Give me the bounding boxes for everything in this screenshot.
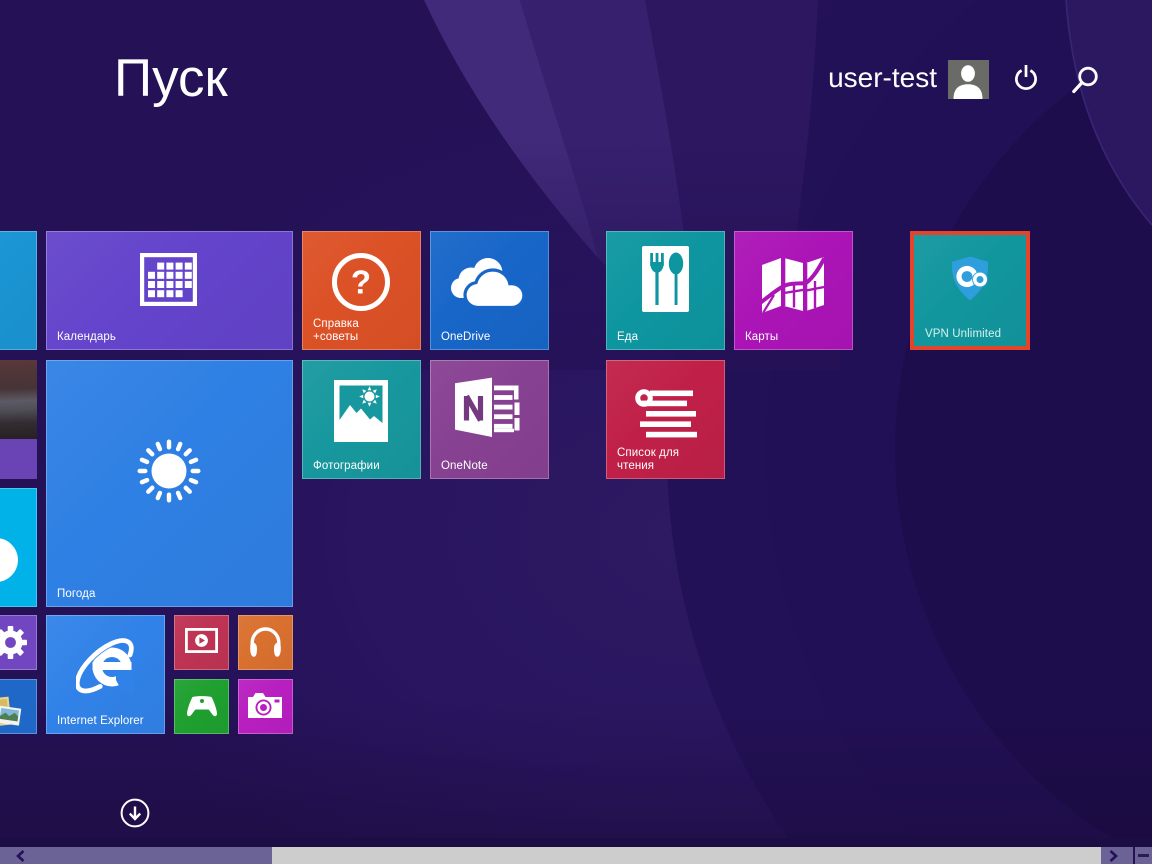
svg-text:?: ? <box>351 264 371 301</box>
